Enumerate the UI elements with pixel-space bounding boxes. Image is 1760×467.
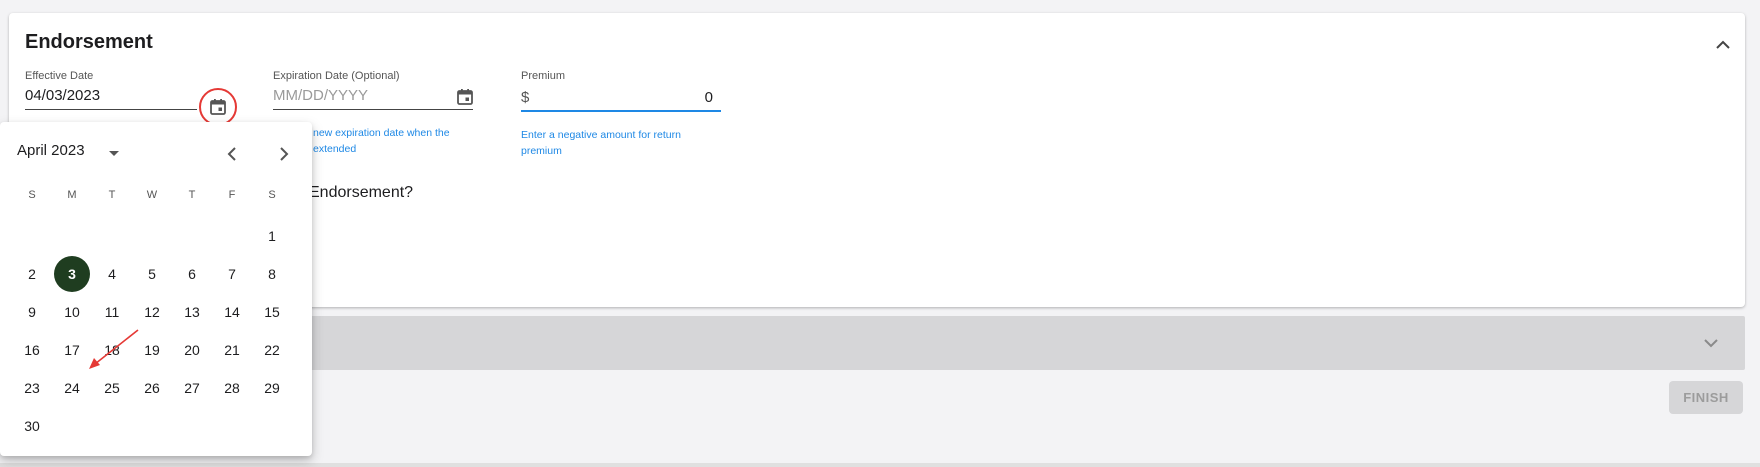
calendar-day[interactable]: 16	[14, 332, 50, 368]
weekday-header: S	[28, 189, 36, 201]
calendar-day[interactable]: 15	[254, 294, 290, 330]
expand-button[interactable]	[1699, 332, 1723, 354]
calendar-day[interactable]: 23	[14, 370, 50, 406]
calendar-day[interactable]: 1	[254, 218, 290, 254]
collapse-button[interactable]	[1709, 31, 1737, 59]
calendar-day[interactable]: 9	[14, 294, 50, 330]
annotation-circle	[199, 88, 237, 126]
calendar-day[interactable]: 30	[14, 408, 50, 444]
effective-date-label: Effective Date	[25, 70, 94, 82]
weekday-header: S	[268, 189, 276, 201]
chevron-right-icon	[280, 147, 289, 161]
next-month-button[interactable]	[272, 142, 296, 166]
calendar-day[interactable]: 8	[254, 256, 290, 292]
calendar-day[interactable]: 22	[254, 332, 290, 368]
calendar-day[interactable]: 21	[214, 332, 250, 368]
calendar-day[interactable]: 25	[94, 370, 130, 406]
calendar-day[interactable]: 28	[214, 370, 250, 406]
finish-button[interactable]: FINISH	[1669, 381, 1743, 414]
calendar-day[interactable]: 29	[254, 370, 290, 406]
premium-underline	[521, 110, 721, 112]
calendar-day[interactable]: 20	[174, 332, 210, 368]
calendar-day[interactable]: 10	[54, 294, 90, 330]
question-text: Endorsement?	[309, 184, 414, 201]
calendar-day-selected[interactable]: 3	[54, 256, 90, 292]
card-title: Endorsement	[25, 31, 153, 53]
calendar-day[interactable]: 4	[94, 256, 130, 292]
caret-down-icon	[109, 151, 119, 156]
expiration-date-label: Expiration Date (Optional)	[273, 70, 400, 82]
month-year-label[interactable]: April 2023	[17, 142, 85, 159]
expiration-date-input[interactable]: MM/DD/YYYY	[273, 87, 368, 104]
date-picker-popup: April 2023 SMTWTFS 1 2 3 4 5 6 7 8 9 10 11 12 13 14 15…	[0, 122, 312, 456]
previous-month-button[interactable]	[220, 142, 244, 166]
expiration-helper-line1: new expiration date when the	[313, 127, 450, 139]
calendar-day[interactable]: 11	[94, 294, 130, 330]
calendar-day[interactable]: 24	[54, 370, 90, 406]
calendar-day[interactable]: 13	[174, 294, 210, 330]
calendar-day[interactable]: 14	[214, 294, 250, 330]
calendar-day[interactable]: 7	[214, 256, 250, 292]
chevron-left-icon	[227, 147, 236, 161]
calendar-day[interactable]: 27	[174, 370, 210, 406]
calendar-day[interactable]: 6	[174, 256, 210, 292]
calendar-icon	[457, 89, 473, 105]
weekday-header: W	[146, 189, 158, 201]
expiration-calendar-button[interactable]	[452, 84, 478, 110]
weekday-header: T	[188, 189, 196, 201]
bottom-divider	[0, 463, 1760, 467]
calendar-day[interactable]: 26	[134, 370, 170, 406]
weekday-header: F	[228, 189, 236, 201]
effective-date-input[interactable]: 04/03/2023	[25, 87, 100, 104]
month-dropdown-button[interactable]	[104, 144, 124, 164]
expiration-date-underline	[273, 109, 473, 110]
premium-helper-line1: Enter a negative amount for return	[521, 129, 681, 141]
effective-date-underline	[25, 109, 197, 110]
calendar-day[interactable]: 5	[134, 256, 170, 292]
weekday-header: T	[108, 189, 116, 201]
premium-currency: $	[521, 89, 530, 106]
premium-helper-line2: premium	[521, 145, 562, 157]
annotation-arrow	[89, 329, 139, 369]
expiration-helper-line2: extended	[313, 143, 357, 155]
weekday-header: M	[67, 189, 77, 201]
premium-label: Premium	[521, 70, 566, 82]
premium-input[interactable]: 0	[699, 89, 713, 106]
calendar-day[interactable]: 12	[134, 294, 170, 330]
chevron-down-icon	[1704, 339, 1718, 348]
chevron-up-icon	[1716, 40, 1730, 49]
calendar-day[interactable]: 2	[14, 256, 50, 292]
